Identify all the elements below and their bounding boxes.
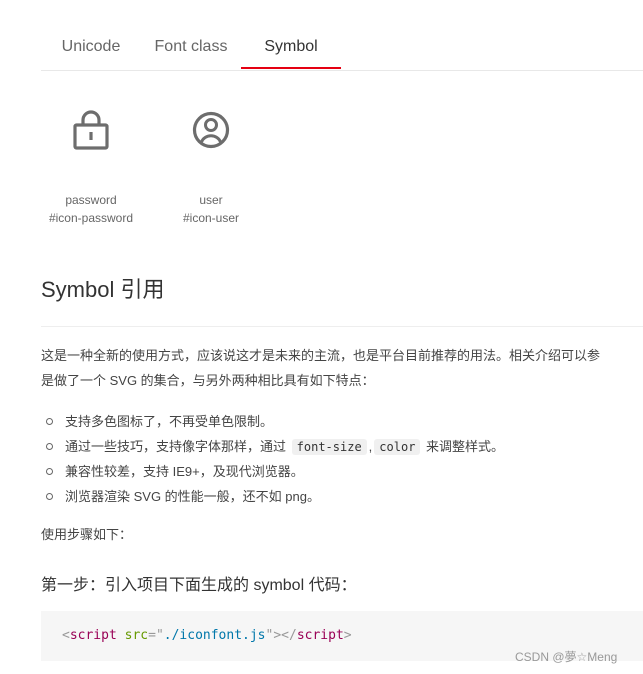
watermark: CSDN @夢☆Meng (515, 650, 618, 664)
code-value: ./iconfont.js (163, 628, 266, 643)
tab-symbol[interactable]: Symbol (241, 25, 341, 69)
user-icon (192, 111, 230, 149)
steps-label: 使用步骤如下： (41, 527, 133, 542)
code-tag: script (296, 628, 344, 643)
icon-code: #icon-user (182, 211, 240, 225)
inline-code: font-size (291, 439, 367, 455)
icon-name: password (65, 193, 117, 207)
list-item: 通过一些技巧，支持像字体那样，通过 font-size, color 来调整样式。 (41, 434, 504, 459)
list-item-text: 浏览器渲染 SVG 的性能一般，还不如 png。 (65, 489, 320, 504)
code-punct: > (343, 628, 352, 643)
icon-code: #icon-password (48, 211, 134, 225)
list-item: 支持多色图标了，不再受单色限制。 (41, 409, 504, 434)
page: Unicode Font class Symbol password #icon… (0, 0, 643, 674)
lock-icon (73, 110, 109, 150)
bullet (46, 443, 53, 450)
list-item-text: 来调整样式。 (426, 439, 505, 454)
code-punct: = (148, 628, 156, 643)
tab-font-class[interactable]: Font class (141, 25, 241, 69)
section-title: Symbol 引用 (41, 277, 165, 302)
feature-list: 支持多色图标了，不再受单色限制。 通过一些技巧，支持像字体那样，通过 font-… (41, 409, 504, 509)
icon-card-password[interactable]: password #icon-password (31, 100, 151, 225)
icon-card-user[interactable]: user #icon-user (151, 100, 271, 225)
code-punct: " (155, 628, 164, 643)
list-item-text: 支持多色图标了，不再受单色限制。 (65, 414, 274, 429)
intro-paragraph: 这是一种全新的使用方式，应该说这才是未来的主流，也是平台目前推荐的用法。相关介绍… (41, 343, 643, 393)
bullet (46, 418, 53, 425)
list-item-text: 兼容性较差，支持 IE9+，及现代浏览器。 (65, 464, 304, 479)
code-punct: < (62, 628, 70, 643)
divider (41, 326, 643, 327)
code-tag: script (69, 628, 117, 643)
tab-bar: Unicode Font class Symbol (41, 25, 643, 71)
icon-name: user (199, 193, 223, 207)
bullet (46, 468, 53, 475)
code-punct: > (273, 628, 282, 643)
list-item: 浏览器渲染 SVG 的性能一般，还不如 png。 (41, 484, 504, 509)
tab-unicode[interactable]: Unicode (41, 25, 141, 69)
intro-line: 是做了一个 SVG 的集合，与另外两种相比具有如下特点： (41, 373, 375, 388)
bullet (46, 493, 53, 500)
intro-line: 这是一种全新的使用方式，应该说这才是未来的主流，也是平台目前推荐的用法。相关介绍… (41, 348, 601, 363)
step-title: 第一步：引入项目下面生成的 symbol 代码： (41, 577, 357, 594)
active-tab-indicator (241, 67, 341, 69)
separator: , (368, 439, 373, 454)
list-item-text: 通过一些技巧，支持像字体那样，通过 (65, 439, 287, 454)
list-item: 兼容性较差，支持 IE9+，及现代浏览器。 (41, 459, 504, 484)
code-attr: src (124, 628, 149, 643)
inline-code: color (374, 439, 421, 455)
code-punct: </ (281, 628, 297, 643)
